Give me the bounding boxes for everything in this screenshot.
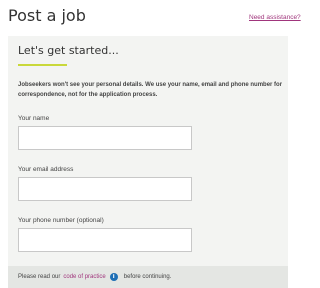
need-assistance-link[interactable]: Need assistance? [249, 14, 301, 21]
phone-label: Your phone number (optional) [18, 217, 104, 224]
notice-suffix: before continuing. [123, 274, 172, 280]
card-heading: Let's get started... [18, 44, 119, 57]
name-label: Your name [18, 115, 50, 122]
name-input[interactable] [18, 126, 192, 150]
page-title: Post a job [8, 6, 86, 25]
heading-underline [18, 64, 67, 66]
email-label: Your email address [18, 166, 74, 173]
get-started-card: Let's get started... Jobseekers won't se… [8, 36, 288, 288]
privacy-intro-text: Jobseekers won't see your personal detai… [18, 82, 283, 98]
code-of-practice-link[interactable]: code of practice [63, 274, 105, 280]
notice-prefix: Please read our [18, 274, 61, 280]
email-input[interactable] [18, 177, 192, 201]
info-icon[interactable]: i [109, 273, 118, 281]
phone-input[interactable] [18, 228, 192, 252]
code-of-practice-notice: Please read our code of practice i befor… [8, 266, 288, 288]
